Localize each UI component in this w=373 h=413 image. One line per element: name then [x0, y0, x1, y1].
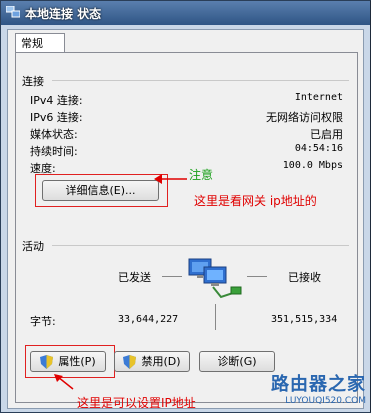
diagnose-button[interactable]: 诊断(G): [199, 351, 275, 372]
disable-label: 禁用(D): [141, 355, 181, 368]
watermark-sub: LUYOUQI520.COM: [285, 396, 366, 406]
details-annotation: 这里是看网关 ip地址的: [194, 194, 317, 208]
activity-group-label: 活动: [22, 240, 44, 253]
dialog-body: 常规 连接 IPv4 连接: Internet IPv6 连接: 无网络访问权限…: [7, 29, 364, 409]
ipv4-value: Internet: [294, 92, 343, 103]
activity-divider: [52, 245, 349, 246]
sent-label: 已发送: [118, 271, 151, 284]
received-line: [247, 276, 267, 277]
properties-label: 属性(P): [58, 355, 96, 368]
activity-vertical-line: [215, 304, 216, 330]
properties-button[interactable]: 属性(P): [30, 351, 106, 372]
window-title: 本地连接 状态: [25, 7, 102, 21]
bytes-received-value: 351,515,334: [271, 314, 338, 325]
received-label: 已接收: [288, 271, 321, 284]
arrow-up-left-icon: [54, 374, 74, 390]
duration-value: 04:54:16: [294, 143, 343, 154]
tab-general[interactable]: 常规: [15, 33, 65, 53]
media-state-label: 媒体状态:: [30, 128, 78, 141]
site-watermark: 路由器之家 LUYOUQI520.COM: [271, 370, 366, 406]
ipv6-label: IPv6 连接:: [30, 111, 83, 124]
sent-line: [162, 276, 182, 277]
arrow-left-icon: [154, 174, 187, 184]
network-activity-icon: [188, 258, 242, 299]
watermark-main: 路由器之家: [271, 374, 366, 395]
speed-value: 100.0 Mbps: [282, 160, 343, 171]
tab-panel-general: 连接 IPv4 连接: Internet IPv6 连接: 无网络访问权限 媒体…: [15, 52, 358, 403]
bytes-label: 字节:: [30, 315, 56, 328]
connection-group-label: 连接: [22, 75, 44, 88]
status-dialog: 本地连接 状态 常规 连接 IPv4 连接: Internet IPv6 连接:…: [0, 0, 371, 413]
note-annotation: 注意: [189, 168, 214, 182]
ipv6-value: 无网络访问权限: [266, 111, 343, 124]
details-button[interactable]: 详细信息(E)...: [42, 180, 159, 201]
connection-divider: [52, 80, 349, 81]
shield-icon: [40, 355, 54, 369]
title-bar[interactable]: 本地连接 状态: [1, 1, 370, 25]
bytes-sent-value: 33,644,227: [118, 314, 179, 325]
network-connection-icon: [6, 6, 20, 18]
disable-button[interactable]: 禁用(D): [114, 351, 190, 372]
shield-icon: [123, 355, 137, 369]
properties-annotation: 这里是可以设置IP地址: [77, 396, 196, 410]
ipv4-label: IPv4 连接:: [30, 94, 83, 107]
media-state-value: 已启用: [310, 128, 343, 141]
duration-label: 持续时间:: [30, 145, 78, 158]
